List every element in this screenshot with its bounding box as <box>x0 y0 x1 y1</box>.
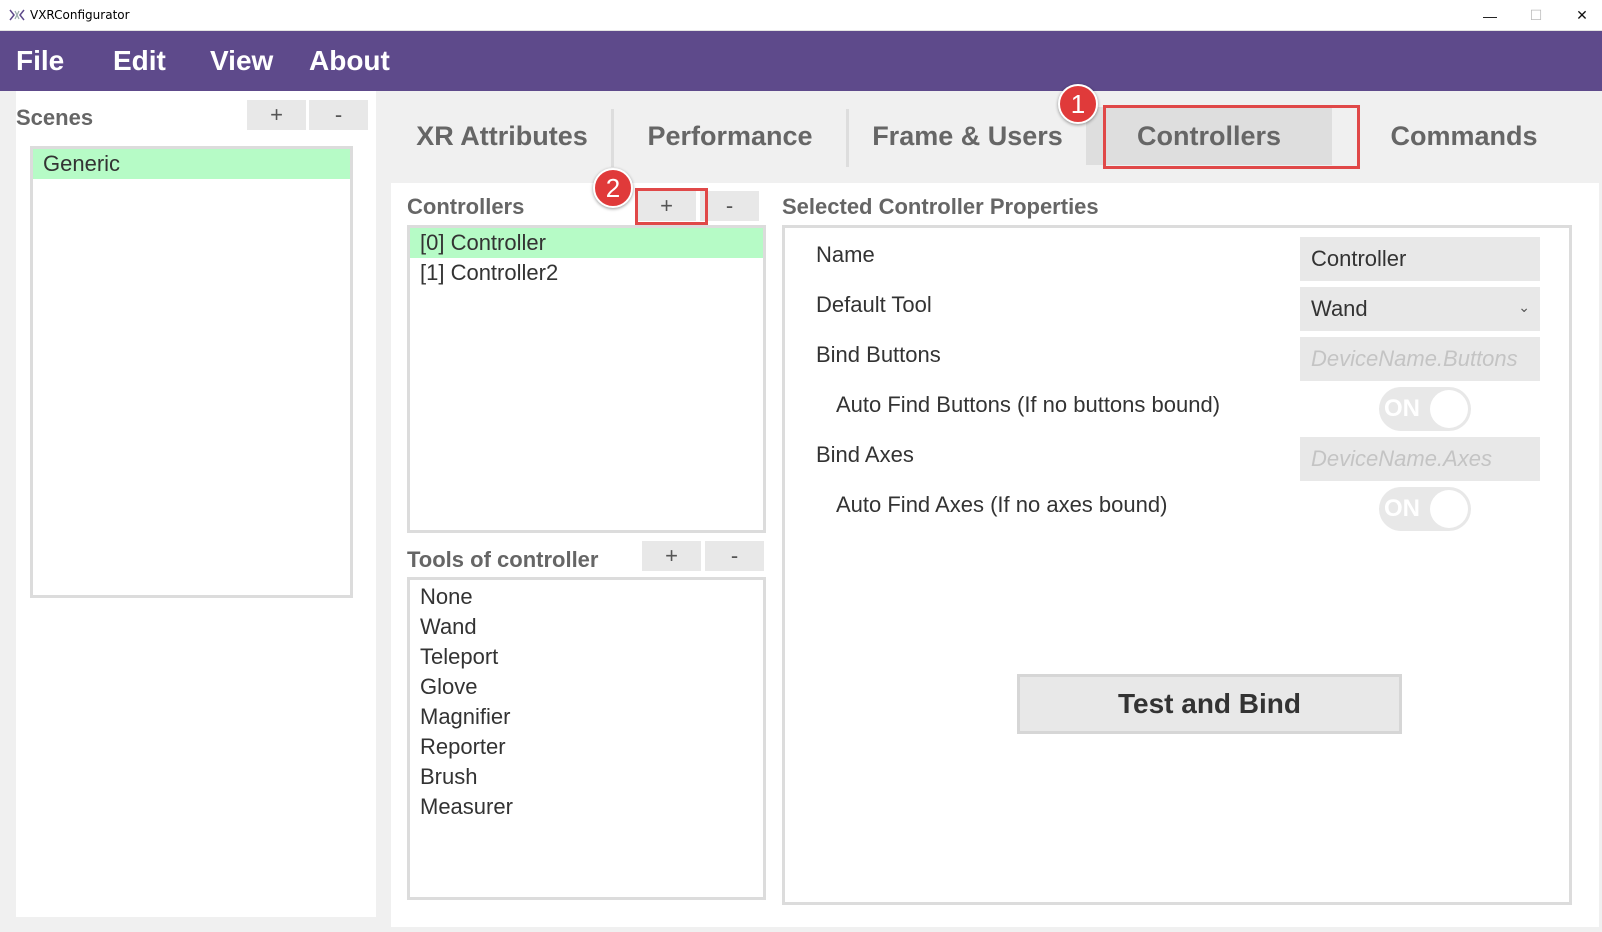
scenes-panel: Scenes + - Generic <box>16 91 376 917</box>
tool-item[interactable]: Teleport <box>410 642 763 672</box>
app-logo-icon <box>9 9 25 21</box>
chevron-down-icon: ⌄ <box>1518 299 1530 315</box>
window-title: VXRConfigurator <box>30 8 130 22</box>
bind-axes-label: Bind Axes <box>816 442 914 467</box>
maximize-button[interactable]: ☐ <box>1513 0 1559 31</box>
tool-item[interactable]: Reporter <box>410 732 763 762</box>
tool-item[interactable]: Brush <box>410 762 763 792</box>
default-tool-value: Wand <box>1311 296 1368 321</box>
name-field[interactable]: Controller <box>1300 237 1540 281</box>
tool-item[interactable]: Measurer <box>410 792 763 822</box>
toggle-knob <box>1430 490 1468 528</box>
remove-scene-button[interactable]: - <box>309 100 368 130</box>
bind-axes-field[interactable]: DeviceName.Axes <box>1300 437 1540 481</box>
tool-item[interactable]: Magnifier <box>410 702 763 732</box>
auto-find-axes-toggle[interactable]: ON <box>1379 487 1471 531</box>
auto-find-axes-label: Auto Find Axes (If no axes bound) <box>836 492 1168 517</box>
tab-xr-attributes[interactable]: XR Attributes <box>391 105 613 167</box>
title-bar: VXRConfigurator — ☐ ✕ <box>0 0 1602 31</box>
toggle-state-text: ON <box>1384 495 1420 522</box>
tools-list[interactable]: None Wand Teleport Glove Magnifier Repor… <box>407 577 766 900</box>
default-tool-label: Default Tool <box>816 292 932 317</box>
annotation-box-add-controller <box>635 188 708 225</box>
tool-item[interactable]: Wand <box>410 612 763 642</box>
scene-item[interactable]: Generic <box>33 149 350 179</box>
test-and-bind-button[interactable]: Test and Bind <box>1017 674 1402 734</box>
menu-file[interactable]: File <box>16 45 64 77</box>
add-scene-button[interactable]: + <box>247 100 306 130</box>
main-area: Scenes + - Generic XR Attributes Perform… <box>0 84 1602 932</box>
menu-bar: File Edit View About <box>0 31 1602 91</box>
bind-buttons-field[interactable]: DeviceName.Buttons <box>1300 337 1540 381</box>
annotation-badge-1: 1 <box>1058 84 1098 124</box>
properties-label: Selected Controller Properties <box>782 194 1099 219</box>
menu-about[interactable]: About <box>309 45 390 77</box>
tab-commands[interactable]: Commands <box>1334 105 1594 167</box>
auto-find-buttons-toggle[interactable]: ON <box>1379 387 1471 431</box>
auto-find-buttons-label: Auto Find Buttons (If no buttons bound) <box>836 392 1221 417</box>
controllers-label: Controllers <box>407 194 525 219</box>
tab-frame-users[interactable]: Frame & Users <box>849 105 1086 167</box>
tab-performance[interactable]: Performance <box>614 105 846 167</box>
controller-item[interactable]: [1] Controller2 <box>410 258 763 288</box>
bind-buttons-label: Bind Buttons <box>816 342 941 367</box>
annotation-box-controllers-tab <box>1103 105 1360 169</box>
scenes-label: Scenes <box>16 105 94 130</box>
controllers-list[interactable]: [0] Controller [1] Controller2 <box>407 225 766 533</box>
remove-controller-button[interactable]: - <box>700 191 759 221</box>
controller-item[interactable]: [0] Controller <box>410 228 763 258</box>
toggle-state-text: ON <box>1384 395 1420 422</box>
name-label: Name <box>816 242 875 267</box>
menu-view[interactable]: View <box>210 45 273 77</box>
annotation-badge-2: 2 <box>593 168 633 208</box>
default-tool-select[interactable]: Wand ⌄ <box>1300 287 1540 331</box>
toggle-knob <box>1430 390 1468 428</box>
minimize-button[interactable]: — <box>1467 0 1513 31</box>
close-button[interactable]: ✕ <box>1559 0 1602 31</box>
scenes-list[interactable]: Generic <box>30 146 353 598</box>
tools-label: Tools of controller <box>407 547 599 572</box>
tool-item[interactable]: None <box>410 582 763 612</box>
remove-tool-button[interactable]: - <box>705 541 764 571</box>
tool-item[interactable]: Glove <box>410 672 763 702</box>
add-tool-button[interactable]: + <box>642 541 701 571</box>
menu-edit[interactable]: Edit <box>113 45 166 77</box>
